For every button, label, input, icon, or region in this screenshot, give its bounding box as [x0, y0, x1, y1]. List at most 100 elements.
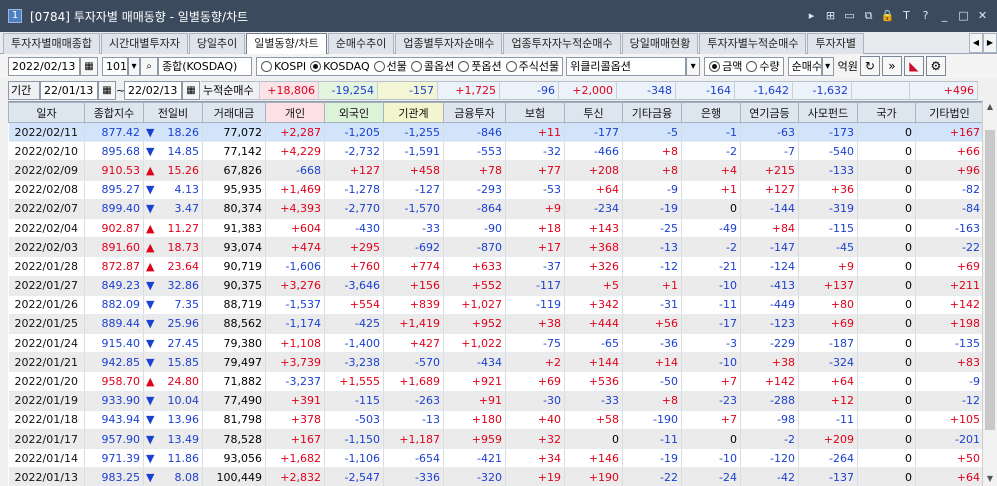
window-control-icon[interactable]: ⧉ — [860, 8, 877, 24]
window-control-icon[interactable]: _ — [936, 8, 953, 24]
investor-value-cell: -163 — [915, 218, 984, 239]
table-row[interactable]: 2022/02/10 895.68 ▼ 14.85 77,142 +4,229 -2,732… — [8, 141, 984, 162]
column-header[interactable]: 사모펀드 — [798, 102, 858, 123]
column-header[interactable]: 보험 — [505, 102, 565, 123]
tab-7[interactable]: 업종투자자누적순매수 — [503, 33, 621, 54]
radio-option[interactable]: 풋옵션 — [458, 58, 502, 74]
scroll-up-icon[interactable]: ▲ — [983, 100, 997, 114]
tab-4[interactable]: 일별동향/차트 — [246, 33, 327, 55]
change-wrap: ▲ 11.27 — [144, 222, 199, 235]
tab-10[interactable]: 투자자별 — [807, 33, 864, 54]
table-row[interactable]: 2022/02/09 910.53 ▲ 15.26 67,826 -668 +127 +458… — [8, 160, 984, 181]
column-header[interactable]: 은행 — [681, 102, 741, 123]
radio-label: KOSDAQ — [323, 59, 370, 73]
calendar-icon[interactable]: ▦ — [80, 56, 98, 76]
table-row[interactable]: 2022/02/04 902.87 ▲ 11.27 91,383 +604 -430 -33-… — [8, 218, 984, 239]
period-to-input[interactable]: 22/02/13 — [124, 80, 182, 100]
table-row[interactable]: 2022/01/24 915.40 ▼ 27.45 79,380 +1,108 -1,400… — [8, 333, 984, 354]
table-row[interactable]: 2022/01/20 958.70 ▲ 24.80 71,882 -3,237 +1,555… — [8, 371, 984, 392]
option-type-select[interactable]: 위클리콜옵션 — [566, 56, 687, 76]
chevron-down-icon[interactable]: ▾ — [128, 56, 140, 76]
table-row[interactable]: 2022/01/28 872.87 ▲ 23.64 90,719 -1,606 +760 +7… — [8, 256, 984, 277]
radio-option[interactable]: KOSDAQ — [310, 60, 370, 73]
window-control-icon[interactable]: ? — [917, 8, 934, 24]
radio-option[interactable]: 주식선물 — [505, 58, 559, 74]
gear-icon[interactable]: ⚙ — [925, 56, 946, 76]
date-cell: 2022/02/10 — [8, 141, 85, 162]
table-row[interactable]: 2022/02/03 891.60 ▲ 18.73 93,074 +474 +295 -692… — [8, 237, 984, 258]
column-header[interactable]: 투신 — [564, 102, 623, 123]
investor-value-cell: +2 — [505, 352, 565, 373]
date-input[interactable]: 2022/02/13 — [8, 56, 80, 76]
table-row[interactable]: 2022/01/26 882.09 ▼ 7.35 88,719 -1,537 +554 +83… — [8, 295, 984, 315]
radio-option[interactable]: 콜옵션 — [410, 58, 454, 74]
mode-select[interactable]: 순매수 — [787, 56, 822, 76]
change-cell: ▼ 27.45 — [143, 333, 203, 354]
vertical-scrollbar[interactable]: ▲ ▼ — [982, 100, 997, 486]
column-header[interactable]: 일자 — [8, 102, 85, 123]
tab-9[interactable]: 투자자별누적순매수 — [699, 33, 807, 54]
column-header[interactable]: 기관계 — [383, 102, 444, 123]
calendar-icon[interactable]: ▦ — [98, 80, 116, 100]
window-control-icon[interactable]: ▸ — [803, 8, 820, 24]
tab-3[interactable]: 당일추이 — [188, 33, 246, 54]
amount-cell: 67,826 — [202, 160, 266, 181]
period-from-input[interactable]: 22/01/13 — [40, 80, 98, 100]
column-header[interactable]: 개인 — [265, 102, 325, 123]
market-code-input[interactable]: 101 — [102, 56, 128, 76]
column-header[interactable]: 기타법인 — [915, 102, 984, 123]
column-header[interactable]: 기타금융 — [622, 102, 682, 123]
column-header[interactable]: 전일비 — [143, 102, 203, 123]
radio-label: 풋옵션 — [471, 60, 502, 73]
next-icon[interactable]: » — [881, 56, 902, 76]
radio-option[interactable]: 선물 — [373, 58, 407, 74]
tab-1[interactable]: 투자자별매매종합 — [3, 33, 100, 54]
radio-dot-icon — [709, 60, 721, 72]
change-wrap: ▼ 13.96 — [144, 413, 199, 426]
calendar-icon[interactable]: ▦ — [182, 80, 200, 100]
chevron-down-icon[interactable]: ▾ — [686, 56, 701, 76]
investor-value-cell: -10 — [681, 448, 741, 469]
investor-value-cell: -1,537 — [265, 295, 325, 315]
table-row[interactable]: 2022/02/08 895.27 ▼ 4.13 95,935 +1,469 -1,278-… — [8, 180, 984, 200]
investor-value-cell: +58 — [564, 410, 623, 431]
column-header[interactable]: 거래대금 — [202, 102, 266, 123]
table-row[interactable]: 2022/01/21 942.85 ▼ 15.85 79,497 +3,739 -3,238… — [8, 352, 984, 373]
tab-6[interactable]: 업종별투자자순매수 — [395, 33, 503, 54]
window-control-icon[interactable]: 🔒 — [879, 8, 896, 24]
column-header[interactable]: 외국인 — [324, 102, 384, 123]
table-row[interactable]: 2022/01/18 943.94 ▼ 13.96 81,798 +378 -503 -13 +… — [8, 410, 984, 431]
column-header[interactable]: 종합지수 — [84, 102, 144, 123]
table-row[interactable]: 2022/01/27 849.23 ▼ 32.86 90,375 +3,276 -3,646… — [8, 276, 984, 296]
scroll-thumb[interactable] — [985, 130, 995, 430]
table-row[interactable]: 2022/02/07 899.40 ▼ 3.47 80,374 +4,393 -2,770-… — [8, 199, 984, 219]
window-control-icon[interactable]: T — [898, 8, 915, 24]
refresh-icon[interactable]: ↻ — [859, 56, 880, 76]
radio-option[interactable]: KOSPI — [261, 60, 306, 73]
table-row[interactable]: 2022/01/13 983.25 ▼ 8.08 100,449 +2,832 -2,547… — [8, 467, 984, 486]
window-control-icon[interactable]: ⊞ — [822, 8, 839, 24]
table-row[interactable]: 2022/01/17 957.90 ▼ 13.49 78,528 +167 -1,150 +1… — [8, 429, 984, 450]
window-control-icon[interactable]: □ — [955, 8, 972, 24]
window-control-icon[interactable]: ✕ — [974, 8, 991, 24]
chart-icon[interactable]: ◣ — [903, 56, 924, 76]
scroll-down-icon[interactable]: ▼ — [983, 472, 997, 486]
tab-5[interactable]: 순매수추이 — [327, 33, 395, 54]
chevron-down-icon[interactable]: ▾ — [821, 56, 834, 76]
window-control-icon[interactable]: ▭ — [841, 8, 858, 24]
column-header[interactable]: 국가 — [857, 102, 916, 123]
search-icon[interactable]: ⌕ — [140, 56, 158, 76]
table-row[interactable]: 2022/02/11 877.42 ▼ 18.26 77,072 +2,287 -1,205… — [8, 122, 984, 143]
investor-value-cell: +1,027 — [443, 295, 506, 315]
column-header[interactable]: 연기금등 — [740, 102, 799, 123]
table-row[interactable]: 2022/01/19 933.90 ▼ 10.04 77,490 +391 -115 -263… — [8, 391, 984, 411]
column-header[interactable]: 금융투자 — [443, 102, 506, 123]
radio-option[interactable]: 금액 — [709, 58, 742, 74]
table-row[interactable]: 2022/01/14 971.39 ▼ 11.86 93,056 +1,682 -1,106… — [8, 448, 984, 469]
table-row[interactable]: 2022/01/25 889.44 ▼ 25.96 88,562 -1,174 -425 +1… — [8, 314, 984, 335]
radio-option[interactable]: 수량 — [746, 58, 780, 74]
tab-scroll-right-icon[interactable]: ▶ — [983, 33, 997, 53]
tab-2[interactable]: 시간대별투자자 — [100, 33, 188, 54]
tab-scroll-left-icon[interactable]: ◀ — [969, 33, 983, 53]
tab-8[interactable]: 당일매매현황 — [621, 33, 699, 54]
